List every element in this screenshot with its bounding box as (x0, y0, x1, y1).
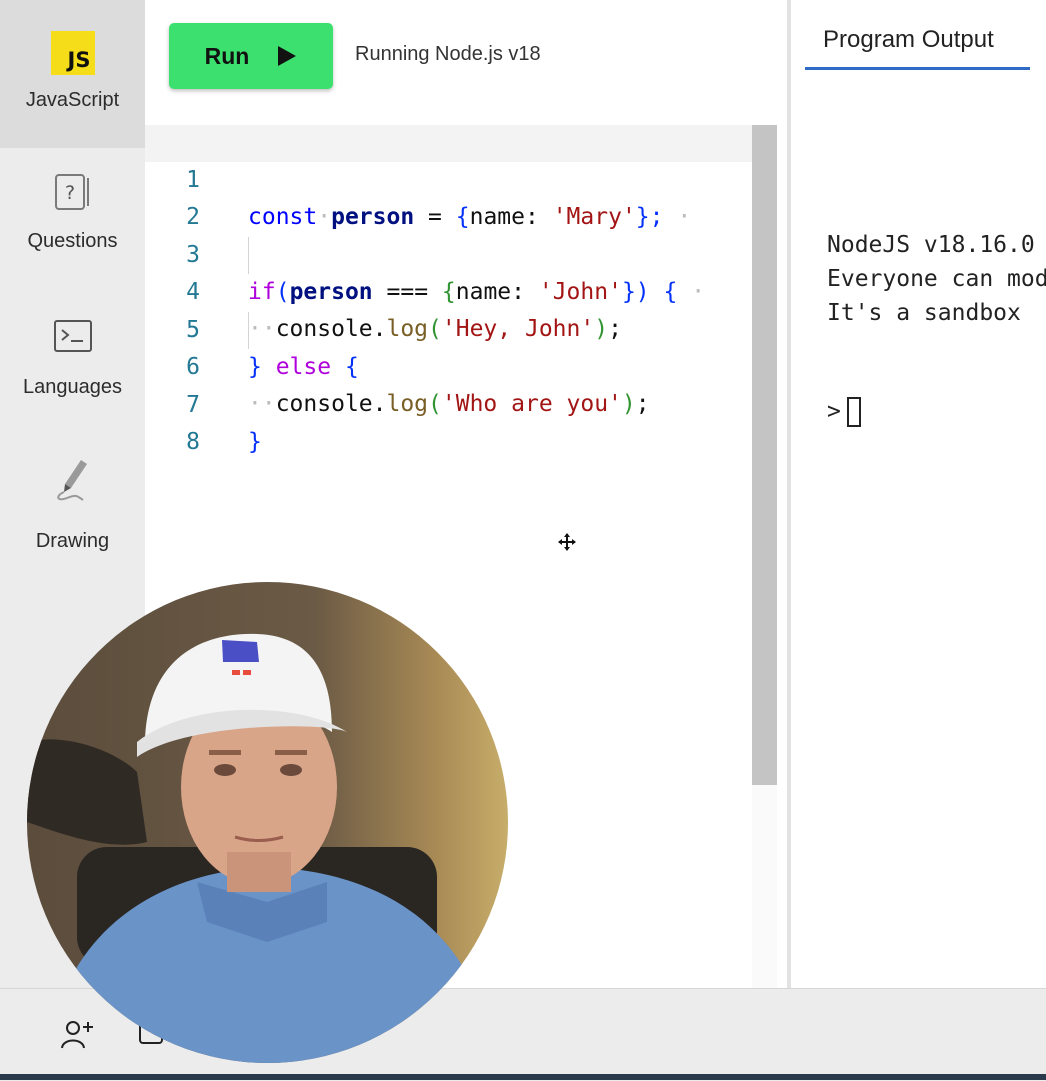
window-bottom-edge (0, 1074, 1046, 1080)
code-line[interactable]: 3 if(person === {name: 'John'}) { · (145, 200, 777, 305)
webcam-overlay[interactable] (27, 582, 508, 1063)
terminal-cursor (846, 397, 861, 427)
indent-guide (248, 312, 249, 349)
move-cursor-icon (558, 533, 576, 551)
add-user-icon[interactable] (60, 1017, 94, 1051)
run-button[interactable]: Run (169, 23, 333, 89)
output-line: NodeJS v18.16.0 (827, 232, 1035, 258)
sidebar-item-drawing[interactable]: Drawing (0, 458, 145, 558)
sidebar-item-label: Drawing (35, 530, 110, 552)
code-line[interactable]: 8 (145, 387, 777, 455)
editor-scrollbar-thumb[interactable] (752, 125, 777, 785)
js-logo-icon: JS (50, 31, 95, 75)
sidebar-item-javascript[interactable]: JS JavaScript (0, 0, 145, 148)
svg-text:?: ? (64, 182, 74, 204)
sidebar-item-questions[interactable]: ? Questions (0, 172, 145, 272)
sidebar-item-label: JavaScript (25, 89, 120, 111)
output-prompt[interactable]: > (827, 397, 861, 427)
terminal-icon (53, 320, 92, 352)
tab-program-output[interactable]: Program Output (805, 26, 1030, 70)
code-line[interactable]: 1 const·person = {name: 'Mary'}; · (145, 125, 777, 230)
presenter-video-image (27, 582, 508, 1063)
sidebar-item-label: Languages (23, 376, 122, 398)
code-line[interactable]: 2 (145, 162, 777, 230)
play-icon (278, 46, 297, 66)
code-line[interactable]: 7 } (145, 350, 777, 455)
indent-guide (248, 237, 249, 274)
code-line[interactable]: 6 ··console.log('Who are you'); (145, 312, 777, 417)
panel-resize-handle[interactable] (787, 0, 791, 990)
run-button-label: Run (204, 42, 250, 69)
question-icon: ? (54, 174, 89, 210)
pencil-icon (56, 460, 87, 501)
runtime-status: Running Node.js v18 (355, 43, 541, 65)
code-line[interactable]: 5 } else { (145, 275, 777, 380)
output-line: Everyone can modify (827, 266, 1046, 292)
sidebar-item-label: Questions (27, 230, 118, 252)
code-line[interactable]: 4 ··console.log('Hey, John'); (145, 237, 777, 342)
line-number: 8 (186, 429, 200, 455)
sidebar-item-languages[interactable]: Languages (0, 318, 145, 418)
output-line: It's a sandbox (827, 300, 1021, 326)
